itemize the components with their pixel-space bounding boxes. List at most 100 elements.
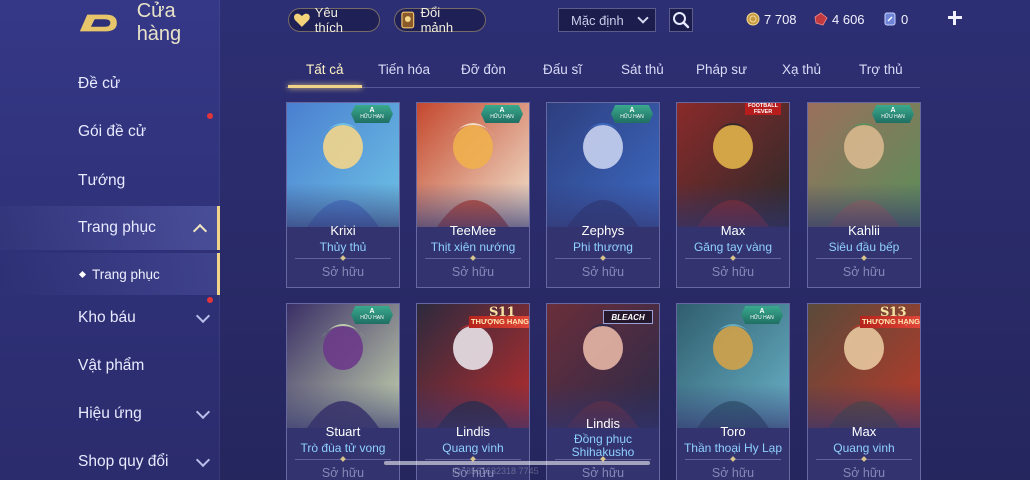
sidebar-item-effects[interactable]: Hiệu ứng — [0, 392, 220, 436]
skin-card[interactable]: S13 THƯỢNG HẠNG Max Quang vinh Sở hữu — [807, 303, 921, 480]
skin-card[interactable]: A HỮU HẠN Kahlii Siêu đầu bếp Sở hữu — [807, 102, 921, 288]
heart-icon — [293, 13, 310, 27]
sidebar-item-items[interactable]: Vật phẩm — [0, 344, 220, 388]
tab-support[interactable]: Trợ thủ — [859, 62, 903, 77]
bullet-icon — [78, 270, 87, 278]
divider — [295, 456, 391, 462]
skin-card[interactable]: BLEACH Lindis Đồng phục Shihakusho Sở hữu — [546, 303, 660, 480]
sidebar: Cửa hàng Đề cử Gói đề cử Tướng Trang phụ… — [0, 0, 220, 480]
chevron-up-icon — [192, 223, 208, 239]
skin-card[interactable]: A HỮU HẠN TeeMee Thịt xiên nướng Sở hữu — [416, 102, 530, 288]
search-button[interactable] — [669, 8, 693, 32]
red-gem-icon — [814, 12, 828, 26]
hero-name: Max — [720, 223, 746, 238]
skin-name: Thịt xiên nướng — [430, 240, 516, 254]
divider — [555, 255, 651, 261]
tab-fighter[interactable]: Đấu sĩ — [543, 62, 582, 77]
gem-balance: 4 606 — [814, 10, 865, 28]
divider — [425, 456, 521, 462]
hero-name: Lindis — [586, 416, 620, 431]
skin-card[interactable]: A HỮU HẠN Toro Thần thoại Hy Lạp Sở hữu — [676, 303, 790, 480]
sidebar-item-label: Đề cử — [78, 75, 121, 92]
sidebar-item-heroes[interactable]: Tướng — [0, 159, 220, 203]
gold-value: 7 708 — [764, 11, 797, 27]
divider — [685, 255, 781, 261]
skin-name: Siêu đầu bếp — [828, 240, 900, 254]
premium-badge: THƯỢNG HẠNG — [860, 316, 921, 328]
tab-marksman[interactable]: Xạ thủ — [782, 62, 821, 77]
skin-name: Thần thoại Hy Lạp — [683, 441, 783, 455]
sort-value: Mặc định — [571, 12, 624, 28]
skin-card[interactable]: A HỮU HẠN Zephys Phi thương Sở hữu — [546, 102, 660, 288]
sort-dropdown[interactable]: Mặc định — [558, 8, 656, 32]
divider — [685, 456, 781, 462]
sidebar-item-label: Kho báu — [78, 309, 136, 326]
shop-logo-icon — [79, 14, 117, 32]
owned-status: Sở hữu — [581, 265, 625, 279]
watermark: ID: 3561632318 7745 — [452, 466, 539, 476]
owned-status: Sở hữu — [711, 466, 755, 480]
hero-name: Kahlii — [848, 223, 880, 238]
divider — [816, 255, 912, 261]
owned-status: Sở hữu — [451, 265, 495, 279]
owned-status: Sở hữu — [321, 265, 365, 279]
page-title: Cửa hàng — [136, 0, 182, 45]
owned-status: Sở hữu — [321, 466, 365, 480]
sidebar-item-label: Vật phẩm — [78, 357, 145, 374]
exchange-shards-button[interactable]: Đổi mảnh — [394, 5, 486, 35]
sidebar-item-recommended-packs[interactable]: Gói đề cử — [0, 110, 220, 154]
favorites-label: Yêu thích — [314, 5, 343, 35]
tab-tank[interactable]: Đỡ đòn — [461, 62, 506, 77]
skin-card[interactable]: A HỮU HẠN Krixi Thủy thủ Sở hữu — [286, 102, 400, 288]
grade-badge: A HỮU HẠN — [351, 306, 393, 324]
sidebar-item-skins[interactable]: Trang phục — [0, 206, 220, 250]
category-tabs: Tất cả Tiến hóa Đỡ đòn Đấu sĩ Sát thủ Ph… — [286, 56, 920, 88]
sidebar-item-label: Hiệu ứng — [78, 405, 142, 422]
sidebar-item-label: Tướng — [78, 172, 126, 189]
skin-name: Đồng phục Shihakusho — [571, 432, 635, 459]
tab-all[interactable]: Tất cả — [306, 62, 344, 77]
owned-status: Sở hữu — [842, 265, 886, 279]
divider — [425, 255, 521, 261]
chevron-down-icon — [195, 404, 211, 420]
hero-name: Zephys — [581, 223, 625, 238]
chevron-down-icon — [637, 12, 649, 24]
tab-assassin[interactable]: Sát thủ — [621, 62, 664, 77]
skin-name: Găng tay vàng — [693, 240, 773, 254]
skin-name: Quang vinh — [442, 441, 504, 455]
grade-badge: A HỮU HẠN — [611, 105, 653, 123]
chevron-down-icon — [195, 452, 211, 468]
sidebar-item-exchange-shop[interactable]: Shop quy đổi — [0, 440, 220, 480]
skin-card[interactable]: S11 THƯỢNG HẠNG Lindis Quang vinh Sở hữu — [416, 303, 530, 480]
notification-dot — [207, 113, 213, 119]
hero-name: TeeMee — [449, 223, 497, 238]
shard-card-icon — [401, 11, 415, 29]
add-currency-button[interactable] — [944, 7, 966, 29]
sidebar-subitem-skins[interactable]: Trang phục — [0, 253, 220, 295]
event-badge: FOOTBALL FEVER — [745, 103, 781, 115]
skin-name: Phi thương — [573, 240, 633, 254]
chevron-down-icon — [195, 308, 211, 324]
hero-name: Toro — [720, 424, 746, 439]
divider — [295, 255, 391, 261]
sidebar-item-label: Gói đề cử — [78, 123, 147, 140]
gem-value: 4 606 — [832, 11, 865, 27]
scroll-indicator[interactable] — [384, 461, 650, 465]
hero-name: Stuart — [325, 424, 361, 439]
tab-evolution[interactable]: Tiến hóa — [378, 62, 430, 77]
skin-card[interactable]: A HỮU HẠN Stuart Trò đùa tử vong Sở hữu — [286, 303, 400, 480]
sidebar-subitem-label: Trang phục — [92, 266, 160, 282]
sidebar-item-recommended[interactable]: Đề cử — [0, 62, 220, 106]
skin-name: Trò đùa tử vong — [300, 441, 386, 455]
favorites-button[interactable]: Yêu thích — [288, 5, 380, 35]
premium-badge: THƯỢNG HẠNG — [469, 316, 530, 328]
tab-mage[interactable]: Pháp sư — [696, 62, 747, 77]
shop-header: Cửa hàng — [78, 0, 219, 45]
grade-badge: A HỮU HẠN — [741, 306, 783, 324]
divider — [555, 456, 651, 462]
grade-badge: A HỮU HẠN — [351, 105, 393, 123]
gold-balance: 7 708 — [746, 10, 797, 28]
sidebar-item-treasure[interactable]: Kho báu — [0, 296, 220, 340]
collab-badge: BLEACH — [603, 310, 653, 324]
skin-card[interactable]: FOOTBALL FEVER Max Găng tay vàng Sở hữu — [676, 102, 790, 288]
